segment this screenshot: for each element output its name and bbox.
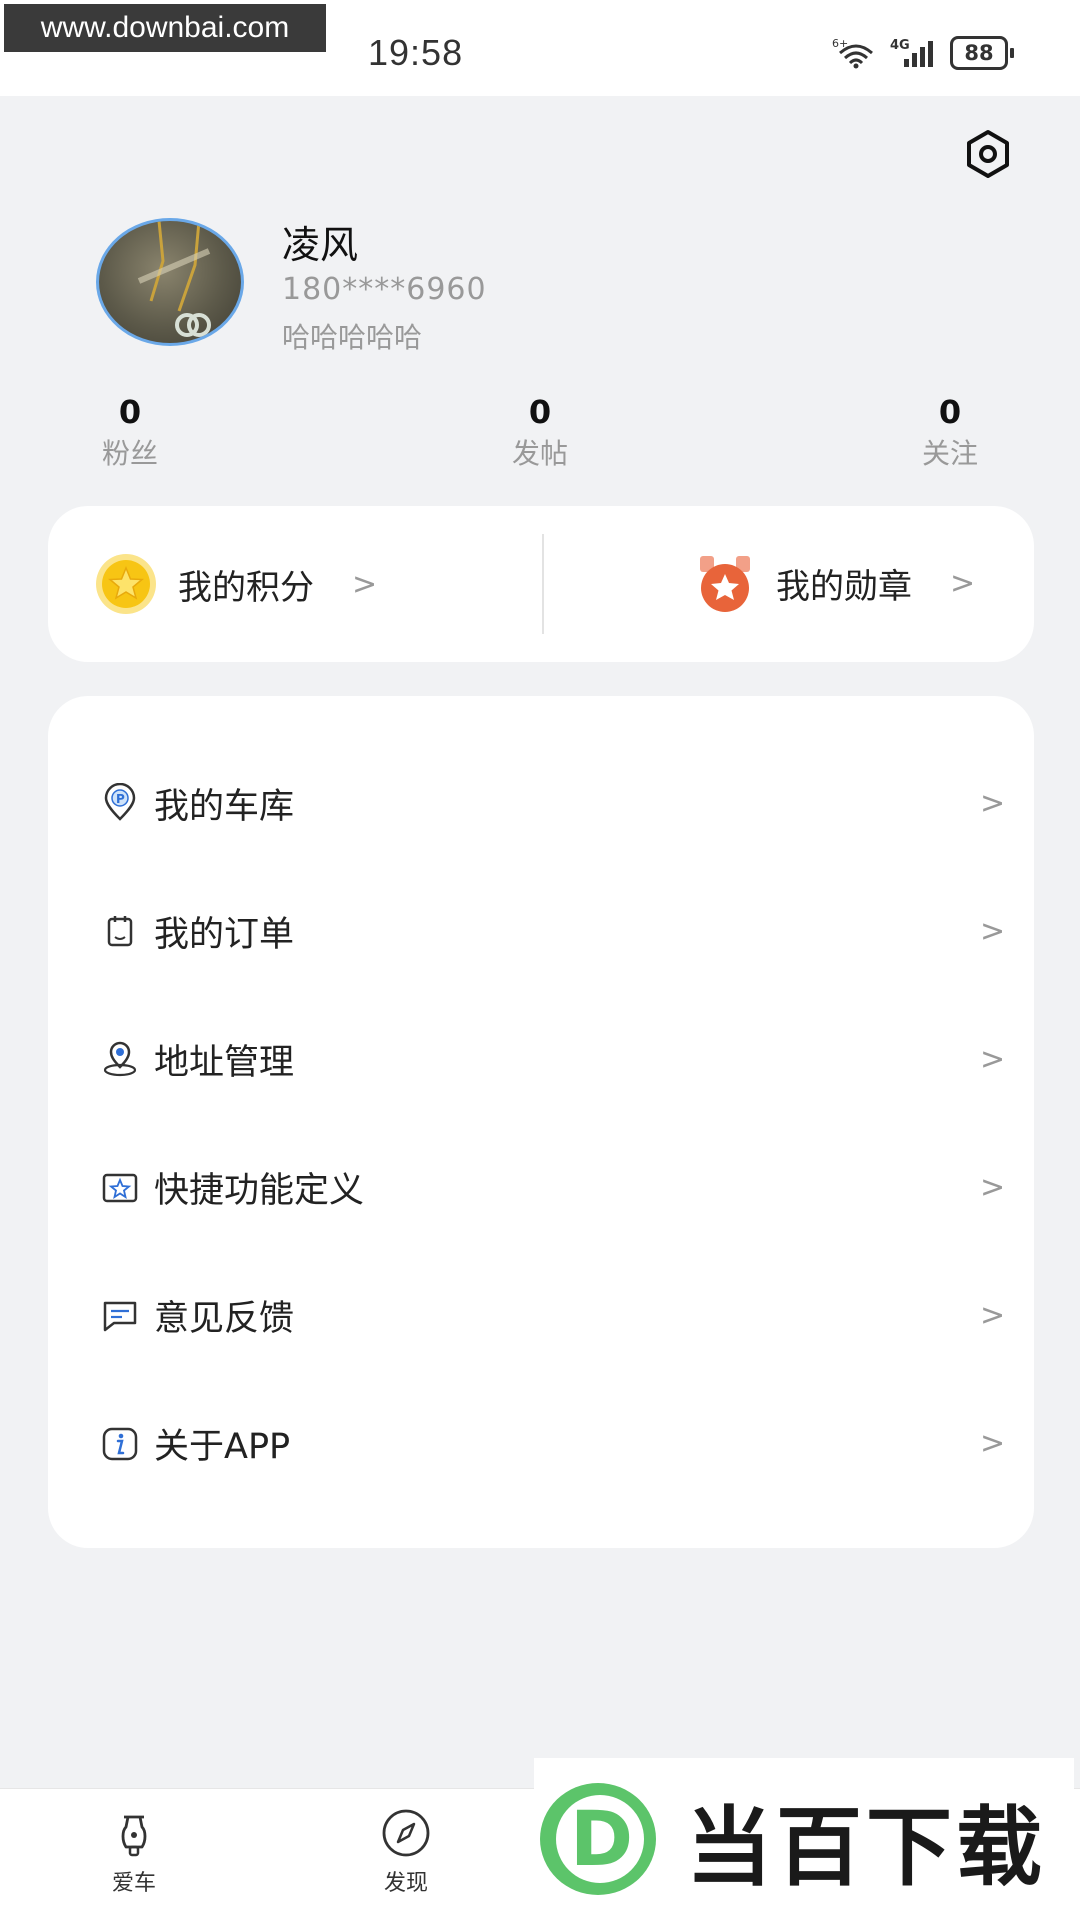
nav-label: 发现 bbox=[383, 1871, 428, 1896]
stat-posts[interactable]: 0 发帖 bbox=[470, 392, 610, 474]
chevron-right-icon: > bbox=[980, 1169, 1006, 1205]
chevron-right-icon: > bbox=[950, 565, 976, 601]
user-bio: 哈哈哈哈哈 bbox=[282, 321, 423, 354]
svg-text:D: D bbox=[570, 1794, 633, 1883]
stat-value: 0 bbox=[528, 393, 552, 431]
settings-hex-icon bbox=[967, 130, 1009, 178]
svg-text:4G: 4G bbox=[890, 38, 910, 53]
stat-label: 关注 bbox=[921, 437, 978, 470]
wifi-icon: 6+ bbox=[832, 37, 873, 69]
avatar[interactable] bbox=[96, 218, 244, 346]
menu-label: 地址管理 bbox=[154, 1042, 295, 1083]
compass-icon bbox=[382, 1809, 430, 1857]
user-phone: 180****6960 bbox=[282, 272, 487, 307]
location-icon bbox=[103, 1041, 137, 1077]
menu-item-orders[interactable]: 我的订单 > bbox=[48, 876, 1034, 986]
chevron-right-icon: > bbox=[980, 1297, 1006, 1333]
status-icons: 6+ 4G 88 bbox=[832, 36, 1014, 70]
my-medals-button[interactable]: 我的勋章 > bbox=[694, 552, 975, 614]
battery-level: 88 bbox=[950, 36, 1008, 70]
menu-label: 我的订单 bbox=[154, 914, 295, 955]
settings-button[interactable] bbox=[962, 128, 1014, 180]
user-name: 凌风 bbox=[282, 223, 359, 267]
chevron-right-icon: > bbox=[352, 566, 378, 602]
feedback-icon bbox=[103, 1301, 137, 1332]
menu-label: 快捷功能定义 bbox=[154, 1170, 365, 1211]
chevron-right-icon: > bbox=[980, 1041, 1006, 1077]
watermark-brand: D 当百下载 bbox=[534, 1758, 1074, 1920]
menu-label: 我的车库 bbox=[154, 786, 295, 827]
menu-item-about[interactable]: 关于APP > bbox=[48, 1388, 1034, 1498]
status-time: 19:58 bbox=[368, 32, 464, 73]
menu-label: 关于APP bbox=[154, 1426, 291, 1467]
status-bar: www.downbai.com 19:58 6+ 4G 88 bbox=[0, 0, 1080, 96]
signal-icon: 4G bbox=[890, 38, 933, 67]
nav-tab-discover[interactable]: 发现 bbox=[346, 1807, 466, 1897]
brand-text: 当百下载 bbox=[686, 1797, 1046, 1898]
info-icon bbox=[102, 1427, 138, 1461]
stat-fans[interactable]: 0 粉丝 bbox=[60, 392, 200, 474]
menu-item-garage[interactable]: P 我的车库 > bbox=[48, 748, 1034, 858]
battery-indicator: 88 bbox=[950, 36, 1014, 70]
stat-following[interactable]: 0 关注 bbox=[880, 392, 1020, 474]
menu-item-feedback[interactable]: 意见反馈 > bbox=[48, 1260, 1034, 1370]
my-medals-label: 我的勋章 bbox=[776, 566, 912, 607]
nav-label: 爱车 bbox=[111, 1871, 156, 1896]
medal-icon bbox=[700, 556, 750, 612]
nav-tab-car[interactable]: 爱车 bbox=[74, 1807, 194, 1897]
my-points-button[interactable]: 我的积分 > bbox=[94, 552, 377, 616]
menu-label: 意见反馈 bbox=[154, 1298, 295, 1339]
my-points-label: 我的积分 bbox=[178, 567, 314, 608]
menu-card: P 我的车库 > 我的订单 > 地址管理 > 快捷功能定义 > 意见反馈 > 关… bbox=[48, 696, 1034, 1548]
chevron-right-icon: > bbox=[980, 1425, 1006, 1461]
parking-pin-icon: P bbox=[104, 783, 136, 821]
scooter-icon bbox=[121, 1815, 147, 1857]
points-medals-card: 我的积分 > 我的勋章 > bbox=[48, 506, 1034, 662]
stat-value: 0 bbox=[118, 393, 142, 431]
watermark-url: www.downbai.com bbox=[4, 4, 326, 52]
coin-icon bbox=[96, 554, 156, 614]
divider bbox=[542, 534, 544, 634]
shortcut-star-icon bbox=[102, 1173, 138, 1203]
brand-logo-icon: D bbox=[540, 1783, 656, 1895]
stat-label: 发帖 bbox=[511, 437, 568, 470]
chevron-right-icon: > bbox=[980, 785, 1006, 821]
stat-label: 粉丝 bbox=[101, 437, 158, 470]
menu-item-shortcuts[interactable]: 快捷功能定义 > bbox=[48, 1132, 1034, 1242]
stat-value: 0 bbox=[938, 393, 962, 431]
order-icon bbox=[107, 916, 133, 947]
menu-item-address[interactable]: 地址管理 > bbox=[48, 1004, 1034, 1114]
chevron-right-icon: > bbox=[980, 913, 1006, 949]
svg-text:P: P bbox=[116, 792, 125, 806]
